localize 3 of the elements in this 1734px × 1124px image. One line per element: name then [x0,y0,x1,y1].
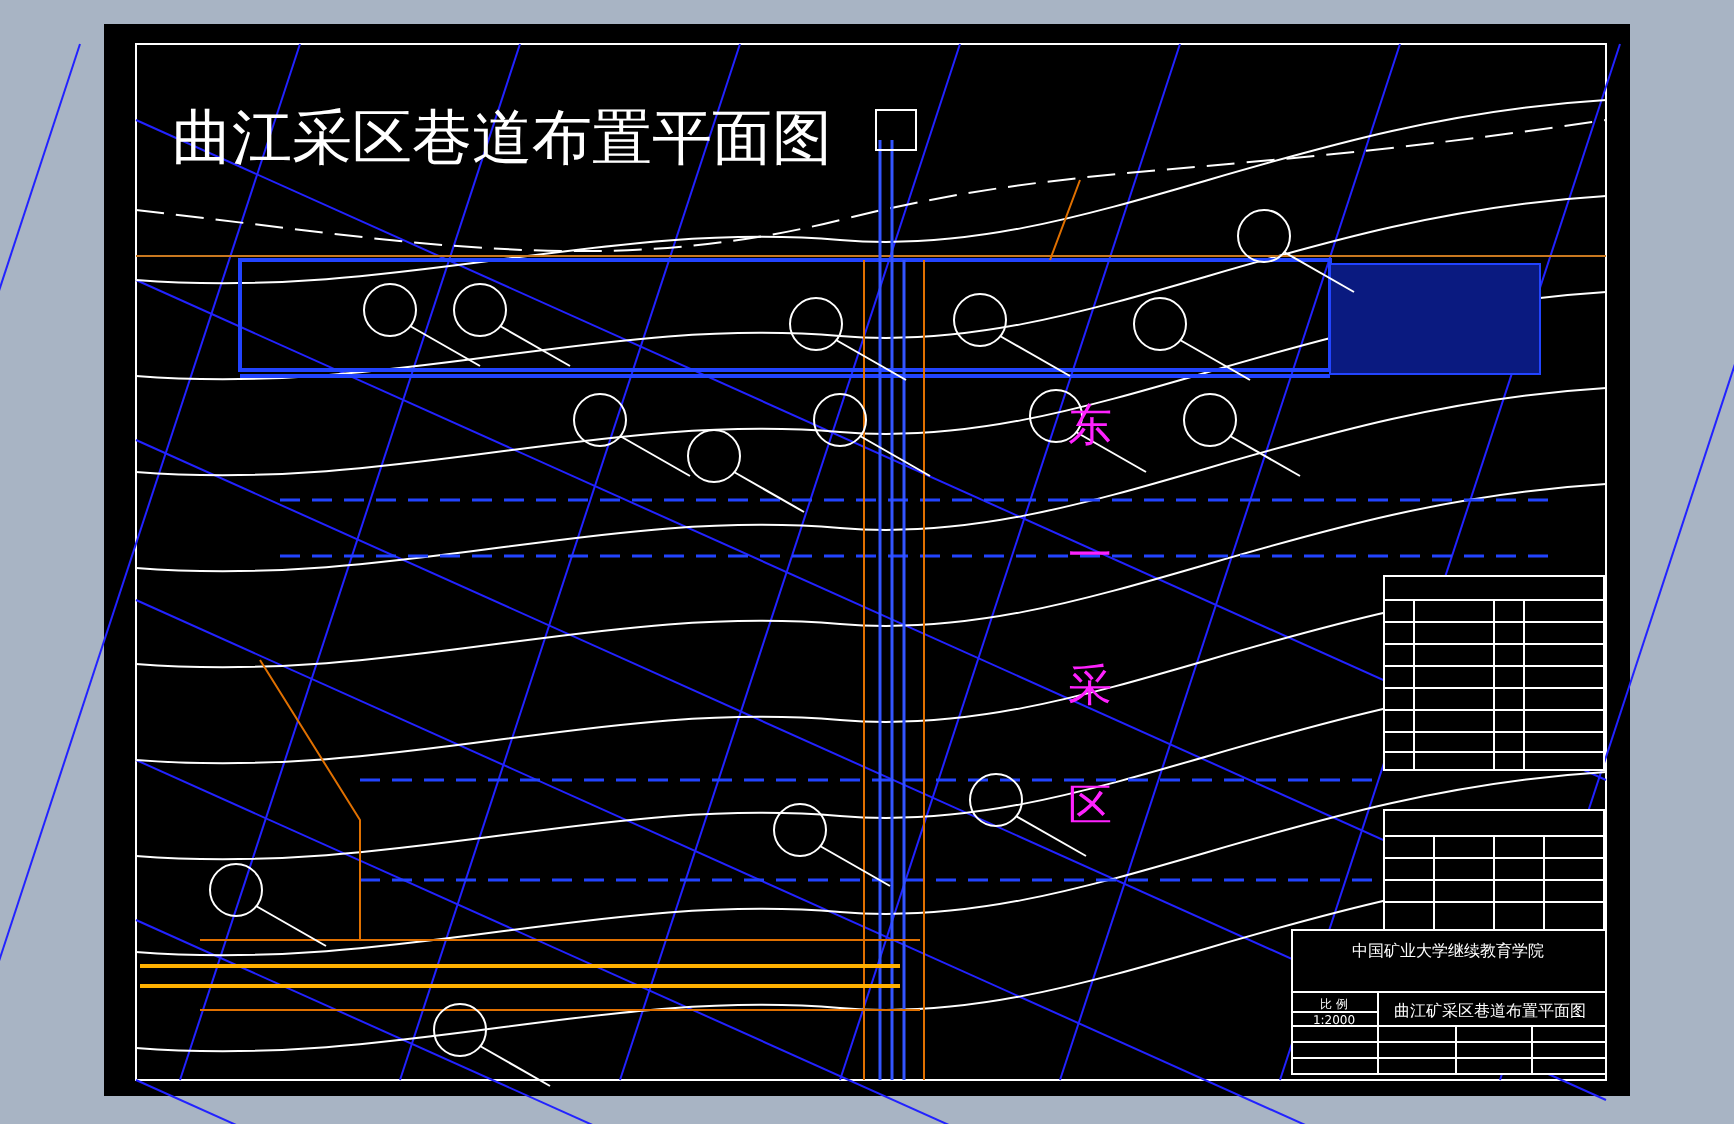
school-name: 中国矿业大学继续教育学院 [1352,942,1544,960]
region-label: 区 [1068,782,1112,832]
drawing-name: 曲江矿采区巷道布置平面图 [1394,1002,1586,1020]
